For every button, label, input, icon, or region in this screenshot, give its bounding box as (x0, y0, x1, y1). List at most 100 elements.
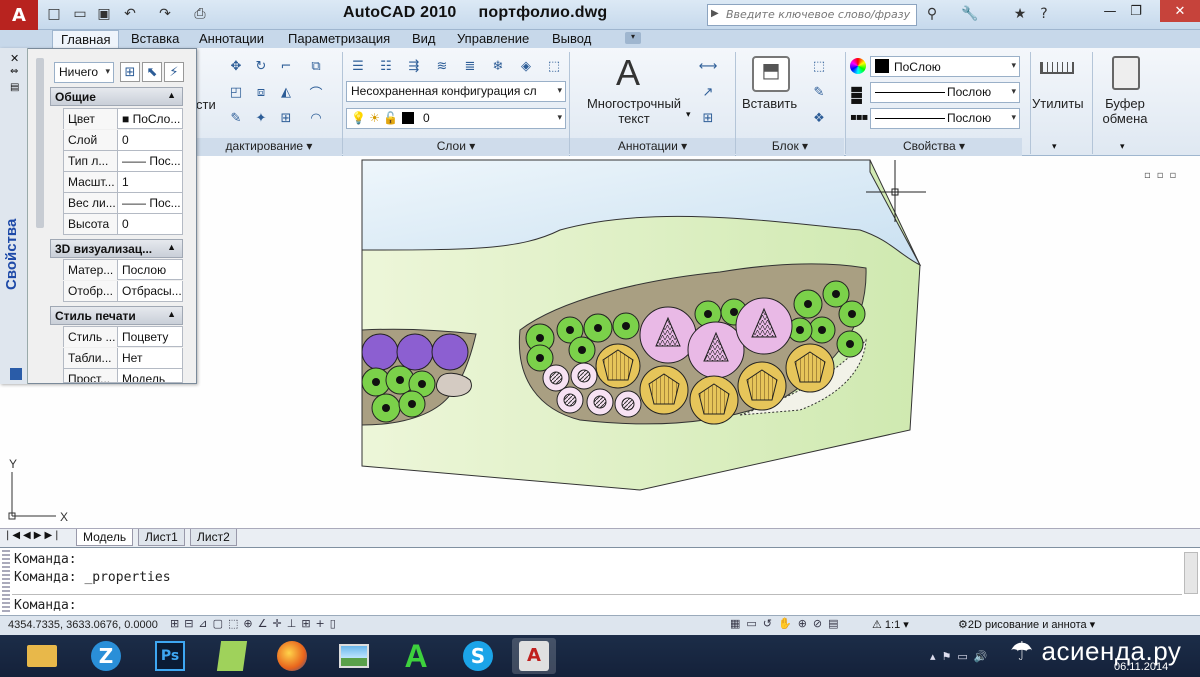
copy-icon[interactable]: ⧉ (306, 56, 326, 76)
tab-insert[interactable]: Вставка (123, 30, 187, 48)
tab-output[interactable]: Вывод (544, 30, 599, 48)
selection-dropdown[interactable]: Ничего ▾ (54, 62, 114, 83)
prop-row-plot-space[interactable]: Прост... Модель (63, 369, 183, 383)
tab-layout1[interactable]: Лист1 (138, 529, 185, 546)
palette-menu-icon[interactable]: ▤ (10, 82, 19, 93)
lineweight-dropdown[interactable]: Послою ▾ (870, 108, 1020, 129)
tray-icons[interactable]: ▴⚑▭🔊 (930, 650, 993, 663)
maximize-button[interactable]: ❐ (1118, 0, 1154, 22)
prop-row-layer[interactable]: Слой 0 (63, 130, 183, 151)
firefox-icon[interactable] (270, 638, 314, 674)
clipboard-icon[interactable] (1112, 56, 1140, 90)
layer-off-icon[interactable]: ◈ (516, 56, 536, 76)
binoculars-icon[interactable]: ⚲ (922, 4, 942, 24)
prop-row-scale[interactable]: Масшт... 1 (63, 172, 183, 193)
prop-row-plot-style[interactable]: Стиль ... Поцвету (63, 326, 183, 347)
notepad-icon[interactable] (210, 638, 254, 674)
archicad-icon[interactable]: A (394, 638, 438, 674)
plot-icon[interactable]: ⎙ (190, 4, 210, 24)
quick-select-icon[interactable]: ⚡ (164, 62, 184, 82)
palette-autohide-icon[interactable]: ⇔ (10, 66, 18, 77)
search-input[interactable]: ▶ Введите ключевое слово/фразу (707, 4, 917, 26)
layer-match-icon[interactable]: ⇶ (404, 56, 424, 76)
section-general[interactable]: Общие ▲ (50, 87, 183, 106)
utilities-label[interactable]: Утилиты (1032, 96, 1084, 111)
autocad-taskbar-icon[interactable]: A (512, 638, 556, 674)
scale-icon[interactable]: ⧈ (251, 82, 271, 102)
viewport-controls[interactable]: ▫▫▫ (1144, 170, 1182, 181)
dimension-icon[interactable]: ⟷ (698, 56, 718, 76)
table-icon[interactable]: ⊞ (698, 108, 718, 128)
prop-row-color[interactable]: Цвет ■ ПоСло... (63, 108, 183, 129)
mtext-a-icon[interactable]: A (616, 52, 640, 94)
section-3d-visualization[interactable]: 3D визуализац... ▲ (50, 239, 183, 258)
color-dropdown[interactable]: ПоСлою ▾ (870, 56, 1020, 77)
fillet-icon[interactable]: ⌒ (306, 82, 326, 102)
layer-walk-icon[interactable]: ≋ (432, 56, 452, 76)
image-viewer-icon[interactable] (332, 638, 376, 674)
workspace-switch[interactable]: ⚙2D рисование и аннота ▾ (958, 618, 1095, 631)
open-icon[interactable]: ▭ (70, 4, 90, 24)
key-icon[interactable]: 🔧 (960, 4, 980, 24)
new-icon[interactable]: □ (44, 4, 64, 24)
clipboard-label[interactable]: Буфер обмена (1098, 96, 1152, 126)
autocad-logo-icon[interactable]: A (0, 0, 38, 30)
trim-icon[interactable]: ⌐ (276, 56, 296, 76)
properties-panel-label[interactable]: Свойства ▾ (846, 138, 1022, 156)
coordinates-readout[interactable]: 4354.7335, 3633.0676, 0.0000 (8, 619, 158, 631)
skype-icon[interactable]: S (456, 638, 500, 674)
ribbon-minimize-icon[interactable]: ▾ (625, 32, 641, 44)
create-block-icon[interactable]: ⬚ (809, 56, 829, 76)
annotation-panel-label[interactable]: Аннотации ▾ (570, 138, 735, 156)
utilities-dropdown-icon[interactable]: ▾ (1052, 142, 1057, 152)
tab-nav-arrows[interactable]: |◀◀▶▶| (6, 530, 62, 541)
model-space-icons[interactable]: ▦▭↺✋⊕⊘▤ (730, 617, 845, 630)
mtext-dropdown-icon[interactable]: ▾ (686, 110, 691, 120)
palette-close-icon[interactable]: ✕ (10, 52, 19, 65)
block-panel-label[interactable]: Блок ▾ (736, 138, 844, 156)
section-plot-style[interactable]: Стиль печати ▲ (50, 306, 183, 325)
leader-icon[interactable]: ↗ (698, 82, 718, 102)
redo-icon[interactable]: ↷ (155, 4, 175, 24)
color-wheel-icon[interactable] (850, 58, 866, 74)
layer-lock-icon[interactable]: ⬚ (544, 56, 564, 76)
prop-row-height[interactable]: Высота 0 (63, 214, 183, 235)
tab-home[interactable]: Главная (52, 30, 120, 48)
layers-panel-label[interactable]: Слои ▾ (343, 138, 569, 156)
prop-row-lineweight[interactable]: Вес ли... —— Пос... (63, 193, 183, 214)
offset-icon[interactable]: ◠ (306, 108, 326, 128)
linetype-icon[interactable]: ▪▪▪ (850, 112, 868, 123)
tab-manage[interactable]: Управление (449, 30, 537, 48)
move-icon[interactable]: ✥ (226, 56, 246, 76)
insert-block-icon[interactable]: ⬒ (752, 56, 790, 92)
lineweight-icon[interactable]: ▬ ▬ ▬ (850, 82, 863, 108)
tab-parametric[interactable]: Параметризация (280, 30, 398, 48)
tab-layout2[interactable]: Лист2 (190, 529, 237, 546)
command-prompt[interactable]: Команда: (14, 598, 77, 613)
stretch-icon[interactable]: ◰ (226, 82, 246, 102)
mirror-icon[interactable]: ◭ (276, 82, 296, 102)
attribute-icon[interactable]: ❖ (809, 108, 829, 128)
erase-icon[interactable]: ✎ (226, 108, 246, 128)
layer-isolate-icon[interactable]: ≣ (460, 56, 480, 76)
favorites-icon[interactable]: ★ (1010, 4, 1030, 24)
photoshop-icon[interactable]: Ps (148, 638, 192, 674)
layer-freeze-icon[interactable]: ❄ (488, 56, 508, 76)
help-icon[interactable]: ? (1034, 4, 1054, 24)
save-icon[interactable]: ▣ (94, 4, 114, 24)
array-icon[interactable]: ⊞ (276, 108, 296, 128)
prop-row-material[interactable]: Матер... Послою (63, 259, 183, 280)
explode-icon[interactable]: ✦ (251, 108, 271, 128)
annotation-scale[interactable]: ⚠ 1:1 ▾ (872, 618, 909, 631)
clipboard-dropdown-icon[interactable]: ▾ (1120, 142, 1125, 152)
layer-properties-icon[interactable]: ☰ (348, 56, 368, 76)
edit-block-icon[interactable]: ✎ (809, 82, 829, 102)
measure-icon[interactable] (1040, 62, 1074, 74)
layer-dropdown[interactable]: 💡 ☀ 🔓 0 ▾ (346, 108, 566, 129)
undo-icon[interactable]: ↶ (120, 4, 140, 24)
close-button[interactable]: ✕ (1160, 0, 1200, 22)
edit-panel-label[interactable]: дактирование ▾ (196, 138, 342, 156)
prop-row-linetype[interactable]: Тип л... —— Пос... (63, 151, 183, 172)
zona-icon[interactable]: Z (84, 638, 128, 674)
drafting-toggles[interactable]: ⊞⊟⊿▢⬚⊕∠✛⊥⊞+▯ (170, 617, 341, 630)
